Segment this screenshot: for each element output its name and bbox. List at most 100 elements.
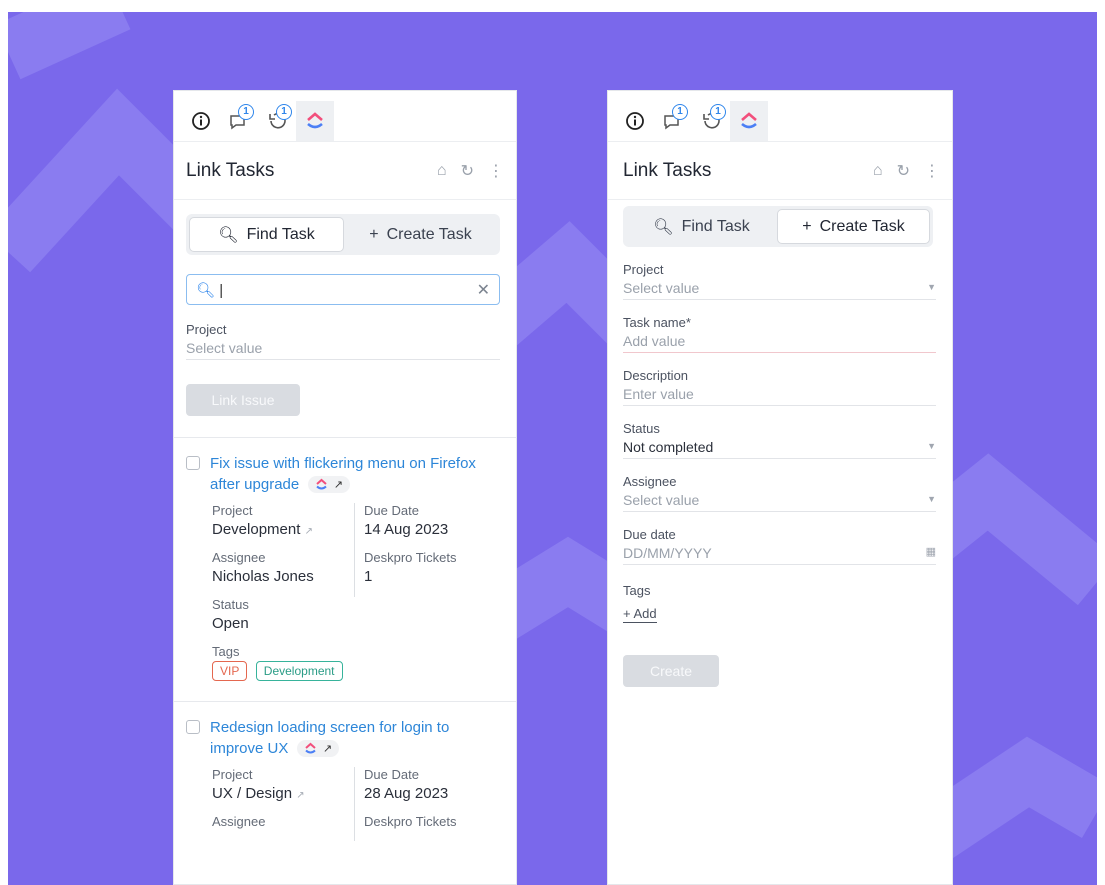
tab-find-task[interactable]: 🔍︎ Find Task	[626, 209, 777, 244]
clickup-logo-icon	[741, 112, 757, 129]
page-title: Link Tasks	[623, 159, 712, 181]
project-label: Project	[623, 262, 664, 277]
status-select[interactable]: Not completed	[623, 439, 713, 455]
tab-find-task-label: Find Task	[681, 217, 750, 235]
find-task-panel: 1 1 Link Tasks ⌂ ↻ ⋮ 🔍︎ Find Task + Crea…	[173, 90, 517, 885]
tickets-value: 1	[364, 568, 373, 585]
clickup-logo-icon[interactable]	[304, 742, 317, 755]
task-name-field[interactable]: Task name* Add value	[623, 315, 936, 353]
tag-development: Development	[255, 661, 343, 681]
create-button[interactable]: Create	[623, 655, 719, 687]
external-link-icon[interactable]: ↗	[334, 478, 343, 491]
search-input[interactable]: 🔍︎ | ✕	[186, 274, 500, 305]
chat-badge: 1	[238, 104, 254, 120]
assignee-value: Nicholas Jones	[212, 568, 314, 585]
project-field[interactable]: Project Select value	[186, 322, 500, 360]
external-link-icon[interactable]: ↗	[296, 790, 304, 801]
calendar-icon[interactable]: ▦	[926, 545, 936, 558]
app-icon-bar: 1 1	[174, 91, 516, 142]
task-card: Redesign loading screen for login to imp…	[174, 701, 516, 841]
panel-header: Link Tasks ⌂ ↻ ⋮	[174, 142, 516, 200]
clickup-tab[interactable]	[730, 101, 768, 141]
clickup-logo-icon	[307, 112, 323, 129]
history-tab[interactable]: 1	[692, 101, 730, 141]
project-label: Project	[212, 503, 253, 518]
plus-icon: +	[802, 217, 812, 235]
dropdown-arrow-icon[interactable]: ▼	[927, 494, 936, 504]
assignee-select[interactable]: Select value	[623, 492, 699, 508]
clear-icon[interactable]: ✕	[477, 280, 490, 300]
search-icon: 🔍︎	[653, 218, 674, 236]
due-date-input[interactable]: DD/MM/YYYY	[623, 545, 712, 561]
history-tab[interactable]: 1	[258, 101, 296, 141]
info-icon	[192, 112, 210, 130]
add-tag-button[interactable]: + Add	[623, 606, 657, 623]
task-card: Fix issue with flickering menu on Firefo…	[174, 437, 516, 701]
history-badge: 1	[276, 104, 292, 120]
plus-icon: +	[369, 225, 379, 243]
assignee-label: Assignee	[212, 550, 266, 565]
tab-create-task-label: Create Task	[819, 217, 905, 235]
assignee-label: Assignee	[623, 474, 677, 489]
search-icon: 🔍︎	[218, 226, 239, 244]
due-date-field[interactable]: Due date DD/MM/YYYY ▦	[623, 527, 936, 565]
assignee-field[interactable]: Assignee Select value ▼	[623, 474, 936, 512]
search-icon: 🔍︎ |	[196, 281, 224, 299]
description-field[interactable]: Description Enter value	[623, 368, 936, 406]
status-field[interactable]: Status Not completed ▼	[623, 421, 936, 459]
dropdown-arrow-icon[interactable]: ▼	[927, 282, 936, 292]
tab-find-task[interactable]: 🔍︎ Find Task	[189, 217, 344, 252]
description-input[interactable]: Enter value	[623, 386, 694, 402]
task-name-input[interactable]: Add value	[623, 333, 685, 349]
description-label: Description	[623, 368, 689, 383]
create-task-panel: 1 1 Link Tasks ⌂ ↻ ⋮ 🔍︎ Find Task + Crea…	[607, 90, 953, 885]
info-icon	[626, 112, 644, 130]
refresh-icon[interactable]: ↻	[461, 161, 474, 181]
link-issue-button[interactable]: Link Issue	[186, 384, 300, 416]
task-links: ↗	[296, 740, 340, 758]
history-badge: 1	[710, 104, 726, 120]
external-link-icon[interactable]: ↗	[305, 526, 313, 537]
external-link-icon[interactable]: ↗	[323, 742, 332, 755]
chat-badge: 1	[672, 104, 688, 120]
info-tab[interactable]	[616, 101, 654, 141]
due-date-label: Due date	[623, 527, 676, 542]
project-field[interactable]: Project Select value ▼	[623, 262, 936, 300]
task-name-label: Task name*	[623, 315, 691, 330]
task-checkbox[interactable]	[186, 456, 200, 470]
mode-toggle: 🔍︎ Find Task + Create Task	[623, 206, 933, 247]
refresh-icon[interactable]: ↻	[897, 161, 910, 181]
panel-header: Link Tasks ⌂ ↻ ⋮	[608, 142, 952, 200]
task-checkbox[interactable]	[186, 720, 200, 734]
more-options-icon[interactable]: ⋮	[924, 161, 940, 181]
tab-create-task-label: Create Task	[386, 225, 472, 243]
project-select[interactable]: Select value	[623, 280, 699, 296]
more-options-icon[interactable]: ⋮	[488, 161, 504, 181]
project-value: UX / Design	[212, 785, 293, 802]
status-value: Open	[212, 615, 249, 632]
home-icon[interactable]: ⌂	[437, 162, 447, 180]
clickup-tab[interactable]	[296, 101, 334, 141]
clickup-logo-icon[interactable]	[315, 478, 328, 491]
tickets-label: Deskpro Tickets	[364, 814, 457, 829]
assignee-label: Assignee	[212, 814, 266, 829]
project-label: Project	[212, 767, 253, 782]
tab-create-task[interactable]: + Create Task	[777, 209, 930, 244]
task-links: ↗	[307, 476, 350, 494]
chat-tab[interactable]: 1	[654, 101, 692, 141]
tags-field: Tags + Add	[623, 583, 936, 623]
tickets-label: Deskpro Tickets	[364, 550, 457, 565]
due-date-value: 28 Aug 2023	[364, 785, 449, 802]
status-label: Status	[623, 421, 660, 436]
dropdown-arrow-icon[interactable]: ▼	[927, 441, 936, 451]
mode-toggle: 🔍︎ Find Task + Create Task	[186, 214, 500, 255]
home-icon[interactable]: ⌂	[873, 162, 883, 180]
chat-tab[interactable]: 1	[220, 101, 258, 141]
project-select[interactable]: Select value	[186, 340, 262, 356]
app-icon-bar: 1 1	[608, 91, 952, 142]
tab-find-task-label: Find Task	[246, 225, 315, 243]
due-date-label: Due Date	[364, 767, 419, 782]
info-tab[interactable]	[182, 101, 220, 141]
tab-create-task[interactable]: + Create Task	[344, 217, 497, 252]
project-label: Project	[186, 322, 227, 337]
